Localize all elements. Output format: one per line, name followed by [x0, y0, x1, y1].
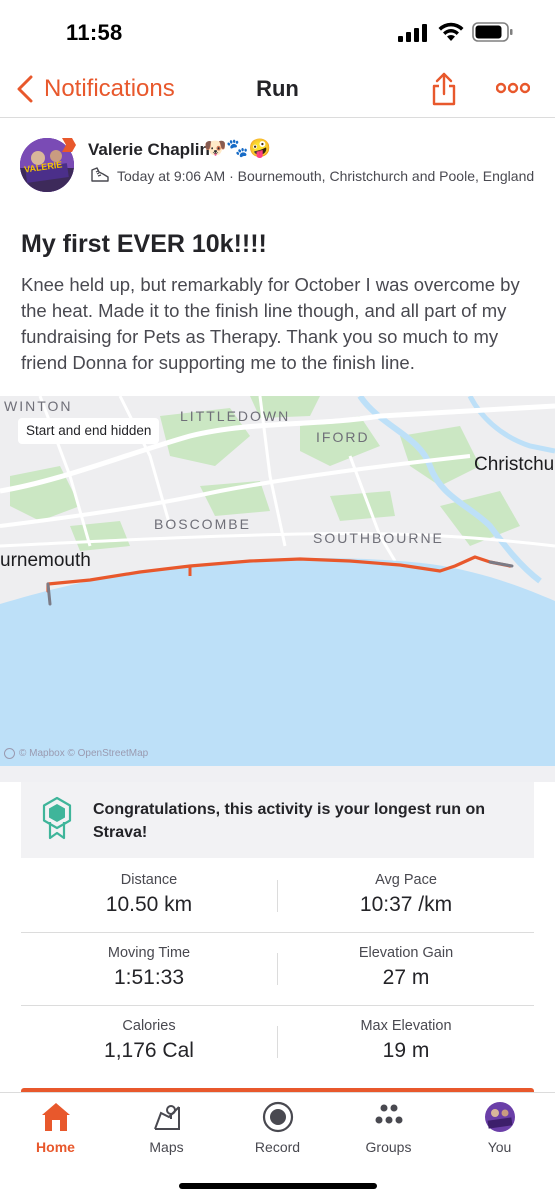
stat-value: 19 m [382, 1039, 430, 1062]
more-options-icon[interactable] [496, 80, 530, 96]
share-icon[interactable] [430, 72, 458, 106]
route-map[interactable]: WINTON LITTLEDOWN IFORD BOSCOMBE SOUTHBO… [0, 396, 555, 766]
achievement-medal-icon [42, 796, 72, 840]
place-littledown: LITTLEDOWN [180, 408, 291, 424]
map-attribution[interactable]: © Mapbox © OpenStreetMap [4, 748, 148, 759]
tab-maps[interactable]: Maps [111, 1093, 222, 1173]
record-icon [262, 1101, 294, 1133]
place-iford: IFORD [316, 429, 370, 445]
start-end-hidden-label: Start and end hidden [18, 418, 160, 444]
stat-max-elevation: Max Elevation 19 m [278, 1006, 534, 1079]
maps-icon [154, 1105, 180, 1130]
tab-label: Maps [149, 1139, 184, 1155]
place-southbourne: SOUTHBOURNE [313, 530, 444, 546]
tab-groups[interactable]: Groups [333, 1093, 444, 1173]
home-indicator [179, 1183, 377, 1189]
nav-header: Notifications Run [0, 60, 555, 118]
battery-icon [472, 22, 513, 42]
activity-description: Knee held up, but remarkably for October… [21, 274, 520, 373]
tab-record[interactable]: Record [222, 1093, 333, 1173]
back-label: Notifications [44, 75, 175, 102]
status-bar: 11:58 [0, 0, 555, 60]
achievement-banner[interactable]: Congratulations, this activity is your l… [21, 782, 534, 858]
tab-label: You [487, 1139, 512, 1155]
stat-label: Moving Time [107, 945, 191, 961]
author-name[interactable]: Valerie Chaplin [88, 140, 210, 160]
strava-badge-icon [62, 138, 76, 152]
avatar-icon [485, 1102, 515, 1132]
mapbox-logo-icon [4, 748, 15, 759]
stat-label: Max Elevation [360, 1018, 452, 1034]
map-canvas [0, 396, 555, 766]
stat-elevation-gain: Elevation Gain 27 m [278, 933, 534, 1006]
activity-title: My first EVER 10k!!!! [21, 230, 267, 258]
section-separator [0, 766, 555, 782]
stat-value: 10.50 km [105, 893, 193, 916]
place-christchurch: Christchu [474, 454, 555, 475]
stat-value: 1,176 Cal [104, 1039, 194, 1062]
stat-label: Calories [122, 1018, 176, 1034]
chevron-left-icon [17, 75, 33, 103]
activity-meta: Today at 9:06 AM · Bournemouth, Christch… [117, 168, 535, 184]
stat-label: Avg Pace [375, 872, 437, 888]
stats-row: Moving Time 1:51:33 Elevation Gain 27 m [21, 933, 534, 1006]
stat-value: 10:37 /km [359, 893, 453, 916]
tab-you[interactable]: You [444, 1093, 555, 1173]
stats-row: Calories 1,176 Cal Max Elevation 19 m [21, 1006, 534, 1079]
running-shoe-icon [91, 167, 109, 182]
tab-label: Home [36, 1139, 75, 1155]
home-icon [42, 1103, 70, 1131]
achievement-text: Congratulations, this activity is your l… [93, 801, 486, 841]
stat-distance: Distance 10.50 km [21, 860, 277, 933]
avatar[interactable]: VALERIE [20, 138, 76, 192]
stat-label: Elevation Gain [358, 945, 454, 961]
tab-label: Record [254, 1139, 301, 1155]
stat-calories: Calories 1,176 Cal [21, 1006, 277, 1079]
stat-value: 1:51:33 [113, 966, 185, 989]
tab-home[interactable]: Home [0, 1093, 111, 1173]
author-emoji: 🐶🐾🤪 [204, 138, 272, 158]
attribution-text: © Mapbox © OpenStreetMap [19, 748, 149, 759]
place-bournemouth: urnemouth [0, 550, 91, 571]
status-time: 11:58 [66, 20, 123, 45]
tab-label: Groups [365, 1139, 412, 1155]
stat-moving-time: Moving Time 1:51:33 [21, 933, 277, 1006]
place-winton: WINTON [4, 398, 73, 414]
back-button[interactable]: Notifications [14, 72, 175, 106]
stats-row: Distance 10.50 km Avg Pace 10:37 /km [21, 860, 534, 933]
place-boscombe: BOSCOMBE [154, 516, 251, 532]
stat-label: Distance [120, 872, 178, 888]
wifi-icon [438, 22, 464, 41]
groups-icon [375, 1104, 403, 1124]
cellular-signal-icon [398, 24, 427, 42]
stat-avg-pace: Avg Pace 10:37 /km [278, 860, 534, 933]
stat-value: 27 m [382, 966, 430, 989]
